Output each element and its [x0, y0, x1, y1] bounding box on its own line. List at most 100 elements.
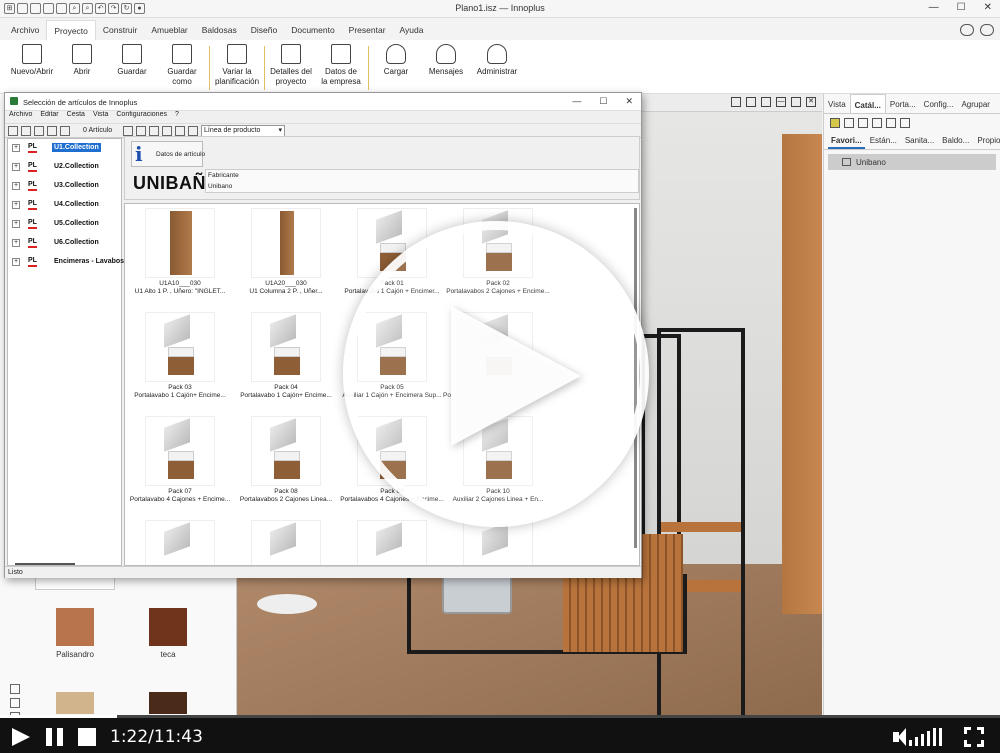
tree-item-u6[interactable]: + PL U6.Collection	[12, 237, 124, 251]
upload-button[interactable]: Cargar	[376, 44, 416, 77]
expand-icon[interactable]: +	[12, 239, 20, 247]
tool-icon[interactable]	[136, 126, 146, 136]
swatch-palisandro[interactable]	[56, 608, 94, 646]
play-icon[interactable]	[12, 728, 30, 746]
article-card[interactable]: Pack 04 Portalavabo 1 Cajón+ Encime...	[231, 312, 341, 412]
catalog-tool-icon[interactable]	[858, 118, 868, 128]
tab-diseno[interactable]: Diseño	[244, 20, 284, 40]
list-icon[interactable]	[60, 126, 70, 136]
tab-vista[interactable]: Vista	[824, 94, 850, 113]
tool-icon[interactable]	[149, 126, 159, 136]
menu-help[interactable]: ?	[175, 111, 179, 123]
progress-track[interactable]	[0, 715, 1000, 718]
display-mode-icon[interactable]	[746, 97, 756, 107]
menu-editar[interactable]: Editar	[40, 111, 58, 123]
swatch-light-wood[interactable]	[56, 692, 94, 714]
article-card[interactable]: Pack 07 Portalavabo 4 Cajones + Encime..…	[125, 416, 235, 516]
tree-item-u5[interactable]: + PL U5.Collection	[12, 218, 124, 232]
filter-icon[interactable]	[47, 126, 57, 136]
viewport-minimize-icon[interactable]: —	[776, 97, 786, 107]
project-details-button[interactable]: Detalles del proyecto	[266, 44, 316, 87]
article-card[interactable]: Pack 03 Portalavabo 1 Cajón+ Encime...	[125, 312, 235, 412]
dialog-close-icon[interactable]: ✕	[625, 96, 633, 107]
expand-icon[interactable]: +	[12, 201, 20, 209]
tab-amueblar[interactable]: Amueblar	[144, 20, 194, 40]
tool-icon[interactable]	[162, 126, 172, 136]
maximize-icon[interactable]: ☐	[957, 2, 966, 13]
viewport-restore-icon[interactable]	[791, 97, 801, 107]
tab-baldosas[interactable]: Baldosas	[195, 20, 244, 40]
catalog-tool-icon[interactable]	[844, 118, 854, 128]
dialog-minimize-icon[interactable]: —	[572, 96, 581, 107]
subtab-propio[interactable]: Propio	[974, 132, 1000, 149]
stop-icon[interactable]	[78, 728, 96, 746]
save-button[interactable]: Guardar	[112, 44, 152, 77]
tab-documento[interactable]: Documento	[284, 20, 341, 40]
article-card[interactable]	[337, 520, 447, 565]
expand-icon[interactable]: +	[12, 258, 20, 266]
tree-item-u2[interactable]: + PL U2.Collection	[12, 161, 124, 175]
expand-icon[interactable]: +	[12, 163, 20, 171]
tool-icon[interactable]	[188, 126, 198, 136]
menu-archivo[interactable]: Archivo	[9, 111, 32, 123]
article-card[interactable]	[125, 520, 235, 565]
pause-icon[interactable]	[46, 728, 64, 746]
tab-catalogo[interactable]: Catál...	[849, 94, 886, 113]
tab-construir[interactable]: Construir	[96, 20, 144, 40]
volume-control[interactable]	[893, 728, 953, 746]
tree-item-u3[interactable]: + PL U3.Collection	[12, 180, 124, 194]
subtab-sanitarios[interactable]: Sanita...	[902, 132, 937, 149]
feedback-icon[interactable]	[980, 24, 994, 36]
open-button[interactable]: Abrir	[62, 44, 102, 77]
catalog-tool-icon[interactable]	[872, 118, 882, 128]
fullscreen-icon[interactable]	[964, 727, 984, 747]
dialog-maximize-icon[interactable]: ☐	[599, 96, 607, 107]
fit-view-icon[interactable]	[10, 698, 20, 708]
tab-archivo[interactable]: Archivo	[4, 20, 46, 40]
vary-planning-button[interactable]: Variar la planificación	[212, 44, 262, 87]
subtab-favoritos[interactable]: Favori...	[828, 132, 865, 149]
catalog-tool-icon[interactable]	[830, 118, 840, 128]
viewport-close-icon[interactable]: ✕	[806, 97, 816, 107]
layout-icon[interactable]	[10, 684, 20, 694]
article-card[interactable]: U1A20___030 U1 Columna 2 P. , Uñer...	[231, 208, 341, 308]
tree-item-u4[interactable]: + PL U4.Collection	[12, 199, 124, 213]
catalog-item-unibano[interactable]: Unibano	[828, 154, 996, 170]
subtab-estandar[interactable]: Están...	[867, 132, 900, 149]
catalog-tool-icon[interactable]	[886, 118, 896, 128]
menu-vista[interactable]: Vista	[93, 111, 108, 123]
material-field[interactable]	[35, 576, 115, 590]
tool-icon[interactable]	[123, 126, 133, 136]
split-view-icon[interactable]	[761, 97, 771, 107]
messages-button[interactable]: Mensajes	[424, 44, 468, 77]
tool-icon[interactable]	[175, 126, 185, 136]
save-as-button[interactable]: Guardar como	[162, 44, 202, 87]
admin-button[interactable]: Administrar	[474, 44, 520, 77]
article-card[interactable]	[231, 520, 341, 565]
swatch-dark-wood[interactable]	[149, 692, 187, 714]
tree-item-encimeras[interactable]: + PL Encimeras - Lavabos - C	[12, 256, 135, 270]
tab-ayuda[interactable]: Ayuda	[393, 20, 431, 40]
basket-icon[interactable]	[34, 126, 44, 136]
tab-agrupar[interactable]: Agrupar	[957, 94, 993, 113]
expand-icon[interactable]: +	[12, 144, 20, 152]
article-card[interactable]: U1A10___030 U1 Alto 1 P. , Uñero: "INGLE…	[125, 208, 235, 308]
close-icon[interactable]: ✕	[984, 2, 992, 13]
menu-cesta[interactable]: Cesta	[67, 111, 85, 123]
tree-item-u1[interactable]: + PL U1.Collection	[12, 142, 124, 156]
menu-configuraciones[interactable]: Configuraciones	[116, 111, 167, 123]
subtab-baldosas[interactable]: Baldo...	[939, 132, 972, 149]
minimize-icon[interactable]: —	[929, 2, 939, 13]
swatch-teca[interactable]	[149, 608, 187, 646]
article-data-button[interactable]: i Datos de artículo	[131, 141, 205, 167]
tab-proyecto[interactable]: Proyecto	[46, 20, 96, 40]
company-data-button[interactable]: Datos de la empresa	[318, 44, 364, 87]
cube-view-icon[interactable]	[731, 97, 741, 107]
expand-icon[interactable]: +	[12, 220, 20, 228]
tree-scrollbar[interactable]	[15, 563, 75, 565]
play-overlay-icon[interactable]	[451, 306, 581, 446]
new-open-button[interactable]: Nuevo/Abrir	[8, 44, 56, 77]
tab-config[interactable]: Config...	[920, 94, 958, 113]
expand-icon[interactable]: +	[12, 182, 20, 190]
catalog-tool-icon[interactable]	[900, 118, 910, 128]
